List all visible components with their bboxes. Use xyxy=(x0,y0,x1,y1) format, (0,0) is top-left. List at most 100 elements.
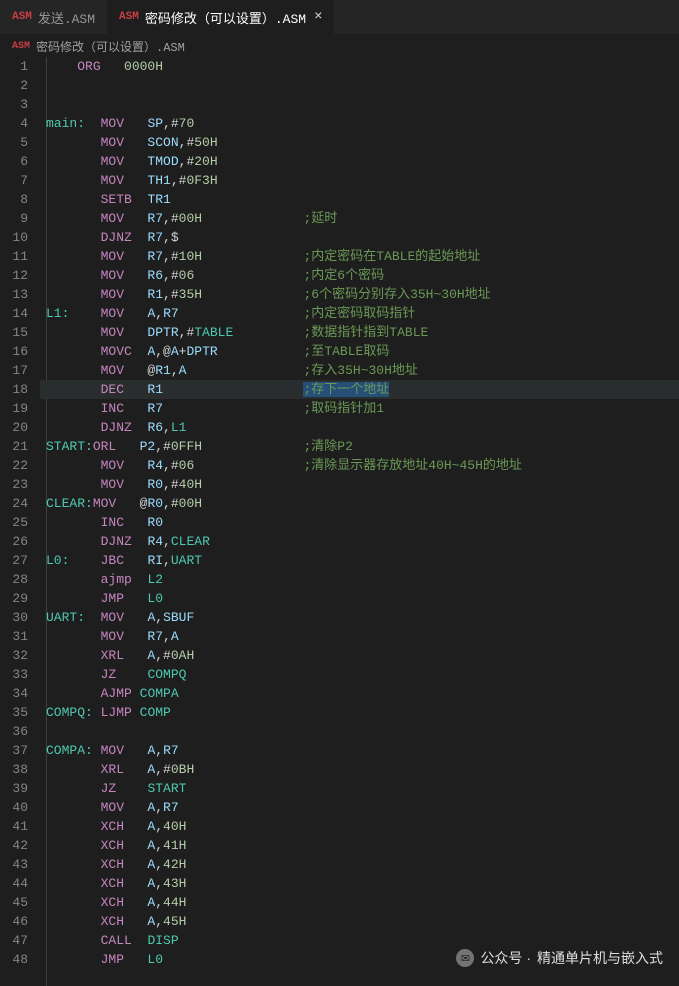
line-number: 28 xyxy=(0,570,28,589)
code-line[interactable]: XCH A,44H xyxy=(40,893,679,912)
code-line[interactable]: MOVC A,@A+DPTR ;至TABLE取码 xyxy=(40,342,679,361)
code-line[interactable]: INC R0 xyxy=(40,513,679,532)
code-line[interactable]: MOV R7,#00H ;延时 xyxy=(40,209,679,228)
code-line[interactable]: XCH A,45H xyxy=(40,912,679,931)
line-number: 48 xyxy=(0,950,28,969)
line-number: 15 xyxy=(0,323,28,342)
code-line[interactable]: XCH A,43H xyxy=(40,874,679,893)
code-line[interactable]: MOV A,R7 xyxy=(40,798,679,817)
line-number: 23 xyxy=(0,475,28,494)
code-line[interactable]: main: MOV SP,#70 xyxy=(40,114,679,133)
code-line[interactable]: DJNZ R7,$ xyxy=(40,228,679,247)
line-number: 9 xyxy=(0,209,28,228)
code-line[interactable]: ajmp L2 xyxy=(40,570,679,589)
tab-active[interactable]: ASM 密码修改（可以设置）.ASM × xyxy=(107,0,334,34)
line-number: 4 xyxy=(0,114,28,133)
watermark-prefix: 公众号 · xyxy=(480,948,531,968)
code-area[interactable]: ORG 0000Hmain: MOV SP,#70 MOV SCON,#50H … xyxy=(40,57,679,986)
line-number: 40 xyxy=(0,798,28,817)
code-line[interactable]: JMP L0 xyxy=(40,589,679,608)
code-line[interactable] xyxy=(40,95,679,114)
code-line[interactable]: ORG 0000H xyxy=(40,57,679,76)
code-line[interactable]: SETB TR1 xyxy=(40,190,679,209)
line-number: 21 xyxy=(0,437,28,456)
code-line[interactable]: L0: JBC RI,UART xyxy=(40,551,679,570)
line-number: 3 xyxy=(0,95,28,114)
watermark: ✉ 公众号 · 精通单片机与嵌入式 xyxy=(456,948,663,968)
code-line[interactable]: MOV TMOD,#20H xyxy=(40,152,679,171)
code-line[interactable]: START:ORL P2,#0FFH ;清除P2 xyxy=(40,437,679,456)
line-number: 35 xyxy=(0,703,28,722)
code-comment: ;存下一个地址 xyxy=(303,382,389,397)
code-line[interactable]: XCH A,42H xyxy=(40,855,679,874)
code-line[interactable]: MOV R4,#06 ;清除显示器存放地址40H~45H的地址 xyxy=(40,456,679,475)
code-line[interactable]: MOV R0,#40H xyxy=(40,475,679,494)
code-line[interactable]: JZ COMPQ xyxy=(40,665,679,684)
line-number: 22 xyxy=(0,456,28,475)
line-number: 36 xyxy=(0,722,28,741)
code-line[interactable]: MOV R7,A xyxy=(40,627,679,646)
line-number: 29 xyxy=(0,589,28,608)
code-comment: ;延时 xyxy=(303,211,337,226)
watermark-name: 精通单片机与嵌入式 xyxy=(537,948,663,968)
line-number: 24 xyxy=(0,494,28,513)
code-line[interactable] xyxy=(40,722,679,741)
tab-label: 发送.ASM xyxy=(38,8,95,27)
line-number: 5 xyxy=(0,133,28,152)
code-comment: ;内定密码取码指针 xyxy=(304,306,416,321)
wechat-icon: ✉ xyxy=(456,949,474,967)
line-number: 19 xyxy=(0,399,28,418)
line-number: 12 xyxy=(0,266,28,285)
asm-file-icon: ASM xyxy=(12,11,32,23)
breadcrumb-label: 密码修改（可以设置）.ASM xyxy=(36,38,185,55)
code-line[interactable]: MOV R7,#10H ;内定密码在TABLE的起始地址 xyxy=(40,247,679,266)
code-line[interactable]: MOV R1,#35H ;6个密码分别存入35H~30H地址 xyxy=(40,285,679,304)
code-line[interactable]: L1: MOV A,R7 ;内定密码取码指针 xyxy=(40,304,679,323)
code-line[interactable]: INC R7 ;取码指针加1 xyxy=(40,399,679,418)
code-line[interactable]: XCH A,40H xyxy=(40,817,679,836)
code-line[interactable]: COMPQ: LJMP COMP xyxy=(40,703,679,722)
code-line[interactable]: MOV DPTR,#TABLE ;数据指针指到TABLE xyxy=(40,323,679,342)
code-line[interactable] xyxy=(40,76,679,95)
code-editor[interactable]: 1234567891011121314151617181920212223242… xyxy=(0,57,679,986)
code-line[interactable]: AJMP COMPA xyxy=(40,684,679,703)
code-line[interactable]: COMPA: MOV A,R7 xyxy=(40,741,679,760)
line-number: 1 xyxy=(0,57,28,76)
line-number: 43 xyxy=(0,855,28,874)
code-line[interactable]: DJNZ R6,L1 xyxy=(40,418,679,437)
code-line[interactable]: DEC R1 ;存下一个地址 xyxy=(40,380,679,399)
line-number: 34 xyxy=(0,684,28,703)
code-line[interactable]: DJNZ R4,CLEAR xyxy=(40,532,679,551)
code-line[interactable]: XCH A,41H xyxy=(40,836,679,855)
code-line[interactable]: MOV R6,#06 ;内定6个密码 xyxy=(40,266,679,285)
breadcrumb[interactable]: ASM 密码修改（可以设置）.ASM xyxy=(0,35,679,57)
code-line[interactable]: MOV @R1,A ;存入35H~30H地址 xyxy=(40,361,679,380)
line-number: 46 xyxy=(0,912,28,931)
line-number: 41 xyxy=(0,817,28,836)
code-line[interactable]: XRL A,#0BH xyxy=(40,760,679,779)
line-number: 17 xyxy=(0,361,28,380)
tab-bar: ASM 发送.ASM ASM 密码修改（可以设置）.ASM × xyxy=(0,0,679,35)
line-number: 33 xyxy=(0,665,28,684)
line-number: 11 xyxy=(0,247,28,266)
code-line[interactable]: MOV TH1,#0F3H xyxy=(40,171,679,190)
code-line[interactable]: XRL A,#0AH xyxy=(40,646,679,665)
tab-label: 密码修改（可以设置）.ASM xyxy=(145,8,306,27)
line-number: 38 xyxy=(0,760,28,779)
line-number: 18 xyxy=(0,380,28,399)
line-number: 37 xyxy=(0,741,28,760)
code-line[interactable]: CLEAR:MOV @R0,#00H xyxy=(40,494,679,513)
code-comment: ;内定密码在TABLE的起始地址 xyxy=(303,249,480,264)
line-number: 13 xyxy=(0,285,28,304)
line-number: 45 xyxy=(0,893,28,912)
line-number: 44 xyxy=(0,874,28,893)
code-line[interactable]: UART: MOV A,SBUF xyxy=(40,608,679,627)
close-icon[interactable]: × xyxy=(314,9,322,25)
code-line[interactable]: JZ START xyxy=(40,779,679,798)
code-line[interactable]: MOV SCON,#50H xyxy=(40,133,679,152)
code-comment: ;存入35H~30H地址 xyxy=(304,363,418,378)
tab-inactive[interactable]: ASM 发送.ASM xyxy=(0,0,107,34)
line-number: 31 xyxy=(0,627,28,646)
asm-file-icon: ASM xyxy=(12,41,30,52)
code-comment: ;取码指针加1 xyxy=(303,401,384,416)
